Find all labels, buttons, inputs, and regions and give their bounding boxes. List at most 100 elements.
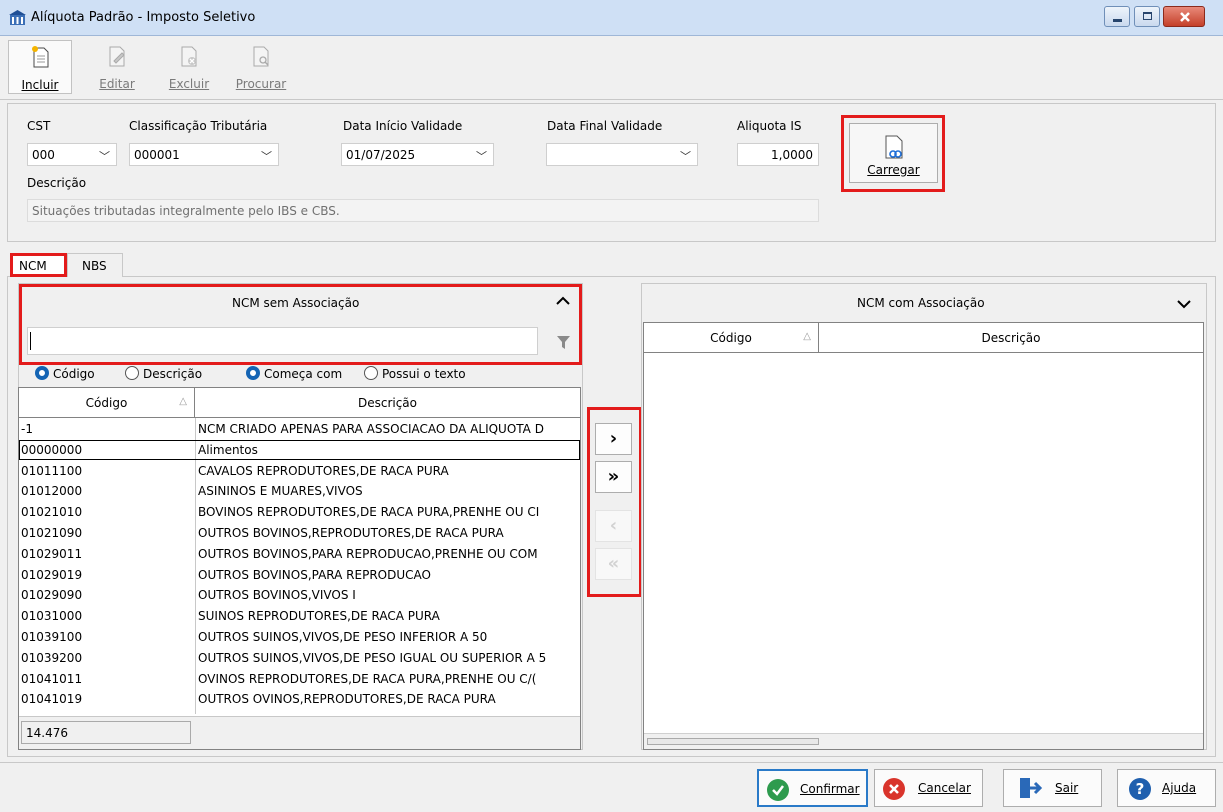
data-final-label: Data Final Validade <box>547 119 663 133</box>
descricao-label: Descrição <box>27 176 87 190</box>
table-row[interactable]: 01039200 OUTROS SUINOS,VIVOS,DE PESO IGUA… <box>19 648 580 668</box>
add-one-button[interactable]: › <box>595 423 632 455</box>
minimize-button[interactable] <box>1104 6 1130 27</box>
classificacao-value: 000001 <box>134 148 180 162</box>
table-row[interactable]: 01029090 OUTROS BOVINOS,VIVOS I <box>19 585 580 605</box>
col-descricao-header[interactable]: Descrição <box>195 388 580 417</box>
cell-descricao: OVINOS REPRODUTORES,DE RACA PURA,PRENHE … <box>198 671 537 686</box>
chevron-right-icon: › <box>609 428 618 449</box>
help-icon: ? <box>1129 778 1151 800</box>
cancelar-button[interactable]: Cancelar <box>874 769 983 807</box>
remove-all-button[interactable]: « <box>595 548 632 580</box>
table-row[interactable]: 01011100 CAVALOS REPRODUTORES,DE RACA PUR… <box>19 461 580 481</box>
editar-label: Editar <box>99 77 135 91</box>
filter-icon[interactable] <box>556 335 571 350</box>
editar-button[interactable]: Editar <box>85 40 149 94</box>
chevron-up-icon[interactable] <box>556 296 570 306</box>
search-options: Código Descrição Começa com Possui o tex… <box>35 366 580 382</box>
classificacao-label: Classificação Tributária <box>129 119 268 133</box>
sort-asc-icon: △ <box>803 331 811 342</box>
app-icon <box>9 10 26 25</box>
classificacao-select[interactable]: 000001 ﹀ <box>129 143 279 166</box>
radio-descricao-label: Descrição <box>143 367 203 381</box>
add-all-button[interactable]: » <box>595 461 632 493</box>
table-row[interactable]: -1 NCM CRIADO APENAS PARA ASSOCIACAO DA A… <box>19 419 580 439</box>
grid-footer: 14.476 <box>19 716 580 749</box>
table-row[interactable]: 01039100 OUTROS SUINOS,VIVOS,DE PESO INFE… <box>19 627 580 647</box>
remove-one-button[interactable]: ‹ <box>595 510 632 542</box>
table-row[interactable]: 01029019 OUTROS BOVINOS,PARA REPRODUCAO <box>19 565 580 585</box>
cell-codigo: -1 <box>21 422 33 436</box>
data-inicio-picker[interactable]: 01/07/2025 ﹀ <box>341 143 494 166</box>
cell-descricao: NCM CRIADO APENAS PARA ASSOCIACAO DA ALI… <box>198 422 544 436</box>
table-row[interactable]: 00000000 Alimentos <box>19 439 580 460</box>
radio-codigo[interactable]: Código <box>35 366 95 381</box>
toolbar: Incluir Editar Excluir Procurar <box>0 37 1223 100</box>
table-row[interactable]: 01029011 OUTROS BOVINOS,PARA REPRODUCAO,P… <box>19 544 580 564</box>
cell-codigo: 01021090 <box>21 526 83 540</box>
ncm-search-input[interactable] <box>27 327 538 355</box>
ajuda-label: Ajuda <box>1162 781 1197 795</box>
excluir-button[interactable]: Excluir <box>157 40 221 94</box>
cell-descricao: OUTROS BOVINOS,VIVOS I <box>198 588 356 603</box>
double-chevron-right-icon: » <box>607 466 620 487</box>
table-row[interactable]: 01041011 OVINOS REPRODUTORES,DE RACA PURA… <box>19 669 580 689</box>
procurar-label: Procurar <box>235 77 287 91</box>
cell-codigo: 01039200 <box>21 650 83 665</box>
radio-descricao[interactable]: Descrição <box>125 366 202 381</box>
cell-descricao: OUTROS BOVINOS,PARA REPRODUCAO <box>198 567 431 582</box>
incluir-label: Incluir <box>21 78 59 92</box>
radio-empty-icon <box>364 366 378 380</box>
grid-header: Código △ Descrição <box>19 388 580 418</box>
chevron-down-icon[interactable] <box>1177 299 1191 309</box>
data-final-picker[interactable]: ﹀ <box>546 143 698 166</box>
cell-descricao: ASININOS E MUARES,VIVOS <box>198 484 363 499</box>
horizontal-scrollbar[interactable] <box>644 733 1203 749</box>
ajuda-button[interactable]: ? Ajuda <box>1117 769 1216 807</box>
check-icon <box>767 779 789 801</box>
right-panel-title: NCM com Associação <box>857 296 985 310</box>
link-doc-icon <box>885 135 903 159</box>
maximize-button[interactable] <box>1134 6 1160 27</box>
sair-label: Sair <box>1055 781 1079 795</box>
radio-possui-texto[interactable]: Possui o texto <box>364 366 466 381</box>
ncm-com-grid: Código △ Descrição <box>643 322 1204 750</box>
cell-codigo: 01041019 <box>21 692 83 707</box>
cell-descricao: CAVALOS REPRODUTORES,DE RACA PURA <box>198 463 449 478</box>
ncm-rows: -1 NCM CRIADO APENAS PARA ASSOCIACAO DA A… <box>19 419 580 715</box>
scrollbar-thumb[interactable] <box>647 738 819 745</box>
col-codigo-label: Código <box>710 331 752 345</box>
table-row[interactable]: 01012000 ASININOS E MUARES,VIVOS <box>19 481 580 501</box>
table-row[interactable]: 01041019 OUTROS OVINOS,REPRODUTORES,DE RA… <box>19 689 580 709</box>
incluir-button[interactable]: Incluir <box>8 40 72 94</box>
table-row[interactable]: 01021010 BOVINOS REPRODUTORES,DE RACA PUR… <box>19 502 580 522</box>
radio-codigo-label: Código <box>53 367 95 381</box>
cell-descricao: OUTROS SUINOS,VIVOS,DE PESO INFERIOR A 5… <box>198 630 488 644</box>
edit-doc-icon <box>109 46 125 67</box>
aliquota-label: Aliquota IS <box>737 119 802 133</box>
data-inicio-label: Data Início Validade <box>343 119 463 133</box>
table-row[interactable]: 01021090 OUTROS BOVINOS,REPRODUTORES,DE R… <box>19 523 580 543</box>
confirmar-button[interactable]: Confirmar <box>757 769 868 807</box>
title-bar: Alíquota Padrão - Imposto Seletivo <box>0 0 1223 36</box>
window-title: Alíquota Padrão - Imposto Seletivo <box>31 10 256 25</box>
carregar-button[interactable]: Carregar <box>849 123 938 183</box>
double-chevron-left-icon: « <box>607 553 620 574</box>
table-row[interactable]: 01031000 SUINOS REPRODUTORES,DE RACA PURA <box>19 606 580 626</box>
col-codigo-header[interactable]: Código △ <box>19 388 195 417</box>
col-codigo-header[interactable]: Código △ <box>644 323 819 352</box>
cell-codigo: 01031000 <box>21 609 83 624</box>
cst-select[interactable]: 000 ﹀ <box>27 143 117 166</box>
close-button[interactable] <box>1163 6 1205 27</box>
chevron-left-icon: ‹ <box>609 515 618 536</box>
radio-possui-label: Possui o texto <box>382 367 466 381</box>
col-descricao-header[interactable]: Descrição <box>819 323 1203 352</box>
procurar-button[interactable]: Procurar <box>229 40 293 94</box>
cell-codigo: 00000000 <box>21 442 83 457</box>
radio-comeca-com[interactable]: Começa com <box>246 366 342 381</box>
tab-nbs[interactable]: NBS <box>67 253 123 277</box>
sair-button[interactable]: Sair <box>1003 769 1102 807</box>
sort-asc-icon: △ <box>179 396 187 407</box>
radio-comeca-label: Começa com <box>264 367 343 381</box>
aliquota-input[interactable]: 1,0000 <box>737 143 819 166</box>
